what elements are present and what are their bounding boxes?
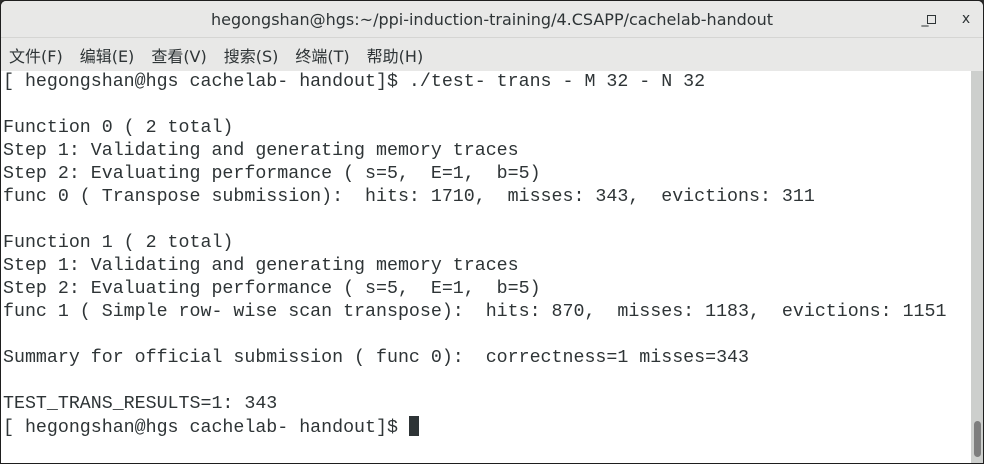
terminal-line: Function 0 ( 2 total)	[3, 118, 234, 138]
terminal-line: Step 2: Evaluating performance ( s=5, E=…	[3, 279, 541, 299]
scrollbar[interactable]	[971, 71, 983, 463]
terminal-line: Summary for official submission ( func 0…	[3, 348, 749, 368]
terminal-line: Step 1: Validating and generating memory…	[3, 141, 519, 161]
menu-view[interactable]: 查看(V)	[151, 43, 206, 67]
terminal-line: func 0 ( Transpose submission): hits: 17…	[3, 187, 815, 207]
title-bar[interactable]: hegongshan@hgs:~/ppi-induction-training/…	[1, 1, 983, 37]
terminal-line: func 1 ( Simple row- wise scan transpose…	[3, 302, 947, 322]
maximize-icon	[926, 15, 936, 24]
maximize-button[interactable]	[921, 9, 941, 29]
scrollbar-thumb[interactable]	[974, 421, 981, 457]
menu-terminal[interactable]: 终端(T)	[295, 43, 349, 67]
terminal-line: [ hegongshan@hgs cachelab- handout]$ ./t…	[3, 72, 706, 92]
close-button[interactable]: x	[956, 9, 976, 29]
terminal-output[interactable]: [ hegongshan@hgs cachelab- handout]$ ./t…	[1, 71, 971, 463]
terminal-line: Step 2: Evaluating performance ( s=5, E=…	[3, 164, 541, 184]
terminal-line: Function 1 ( 2 total)	[3, 233, 234, 253]
terminal-window: hegongshan@hgs:~/ppi-induction-training/…	[0, 0, 984, 464]
prompt-line[interactable]: [ hegongshan@hgs cachelab- handout]$	[1, 416, 971, 439]
text-cursor	[408, 416, 419, 436]
terminal-line: Step 1: Validating and generating memory…	[3, 256, 519, 276]
menu-help[interactable]: 帮助(H)	[367, 43, 424, 67]
menu-search[interactable]: 搜索(S)	[224, 43, 279, 67]
window-title: hegongshan@hgs:~/ppi-induction-training/…	[210, 10, 773, 29]
menu-edit[interactable]: 编辑(E)	[80, 43, 135, 67]
menu-file[interactable]: 文件(F)	[9, 43, 63, 67]
shell-prompt: [ hegongshan@hgs cachelab- handout]$	[3, 418, 409, 438]
terminal-line: TEST_TRANS_RESULTS=1: 343	[3, 394, 278, 414]
menu-bar: 文件(F) 编辑(E) 查看(V) 搜索(S) 终端(T) 帮助(H)	[1, 37, 983, 71]
